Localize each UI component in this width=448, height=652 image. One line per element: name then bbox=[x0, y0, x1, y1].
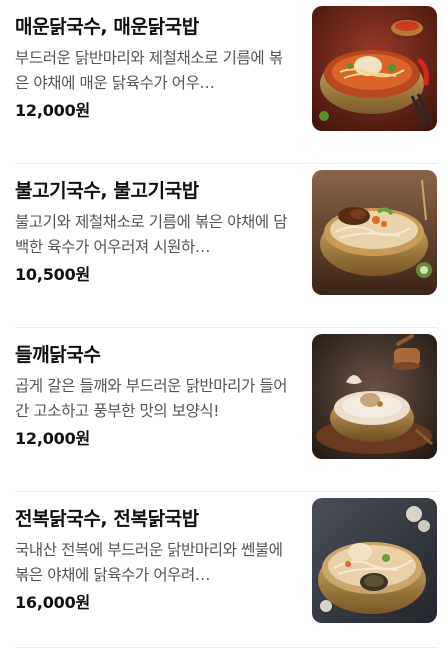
bulgogi-noodle-photo[interactable] bbox=[312, 170, 437, 295]
menu-item-name: 불고기국수, 불고기국밥 bbox=[15, 180, 199, 202]
menu-list: 매운닭국수, 매운닭국밥 부드러운 닭반마리와 제철채소로 기름에 볶은 야채에… bbox=[0, 0, 448, 652]
menu-item-name: 전복닭국수, 전복닭국밥 bbox=[15, 508, 199, 530]
menu-item[interactable]: 전복닭국수, 전복닭국밥 국내산 전복에 부드러운 닭반마리와 쎈불에 볶은 야… bbox=[0, 492, 448, 652]
menu-item-description: 국내산 전복에 부드러운 닭반마리와 쎈불에 볶은 야채에 닭육수가 어우려… bbox=[15, 541, 283, 584]
menu-item-name: 들깨닭국수 bbox=[15, 344, 101, 366]
menu-item-description: 곱게 갈은 들깨와 부드러운 닭반마리가 들어간 고소하고 풍부한 맛의 보양식… bbox=[15, 377, 288, 420]
menu-item[interactable]: 매운닭국수, 매운닭국밥 부드러운 닭반마리와 제철채소로 기름에 볶은 야채에… bbox=[0, 0, 448, 164]
menu-item-price: 12,000원 bbox=[15, 101, 91, 120]
perilla-chicken-noodle-photo[interactable] bbox=[312, 334, 437, 459]
menu-item-name: 매운닭국수, 매운닭국밥 bbox=[15, 16, 199, 38]
menu-item-price: 16,000원 bbox=[15, 593, 91, 612]
divider bbox=[15, 647, 438, 648]
menu-item[interactable]: 불고기국수, 불고기국밥 불고기와 제철채소로 기름에 볶은 야채에 담백한 육… bbox=[0, 164, 448, 328]
menu-item-description: 불고기와 제철채소로 기름에 볶은 야채에 담백한 육수가 어우러져 시원하… bbox=[15, 213, 288, 256]
menu-item-price: 12,000원 bbox=[15, 429, 91, 448]
abalone-chicken-noodle-photo[interactable] bbox=[312, 498, 437, 623]
spicy-chicken-noodle-photo[interactable] bbox=[312, 6, 437, 131]
menu-item-price: 10,500원 bbox=[15, 265, 91, 284]
menu-item[interactable]: 들깨닭국수 곱게 갈은 들깨와 부드러운 닭반마리가 들어간 고소하고 풍부한 … bbox=[0, 328, 448, 492]
menu-item-description: 부드러운 닭반마리와 제철채소로 기름에 볶은 야채에 매운 닭육수가 어우… bbox=[15, 49, 283, 92]
